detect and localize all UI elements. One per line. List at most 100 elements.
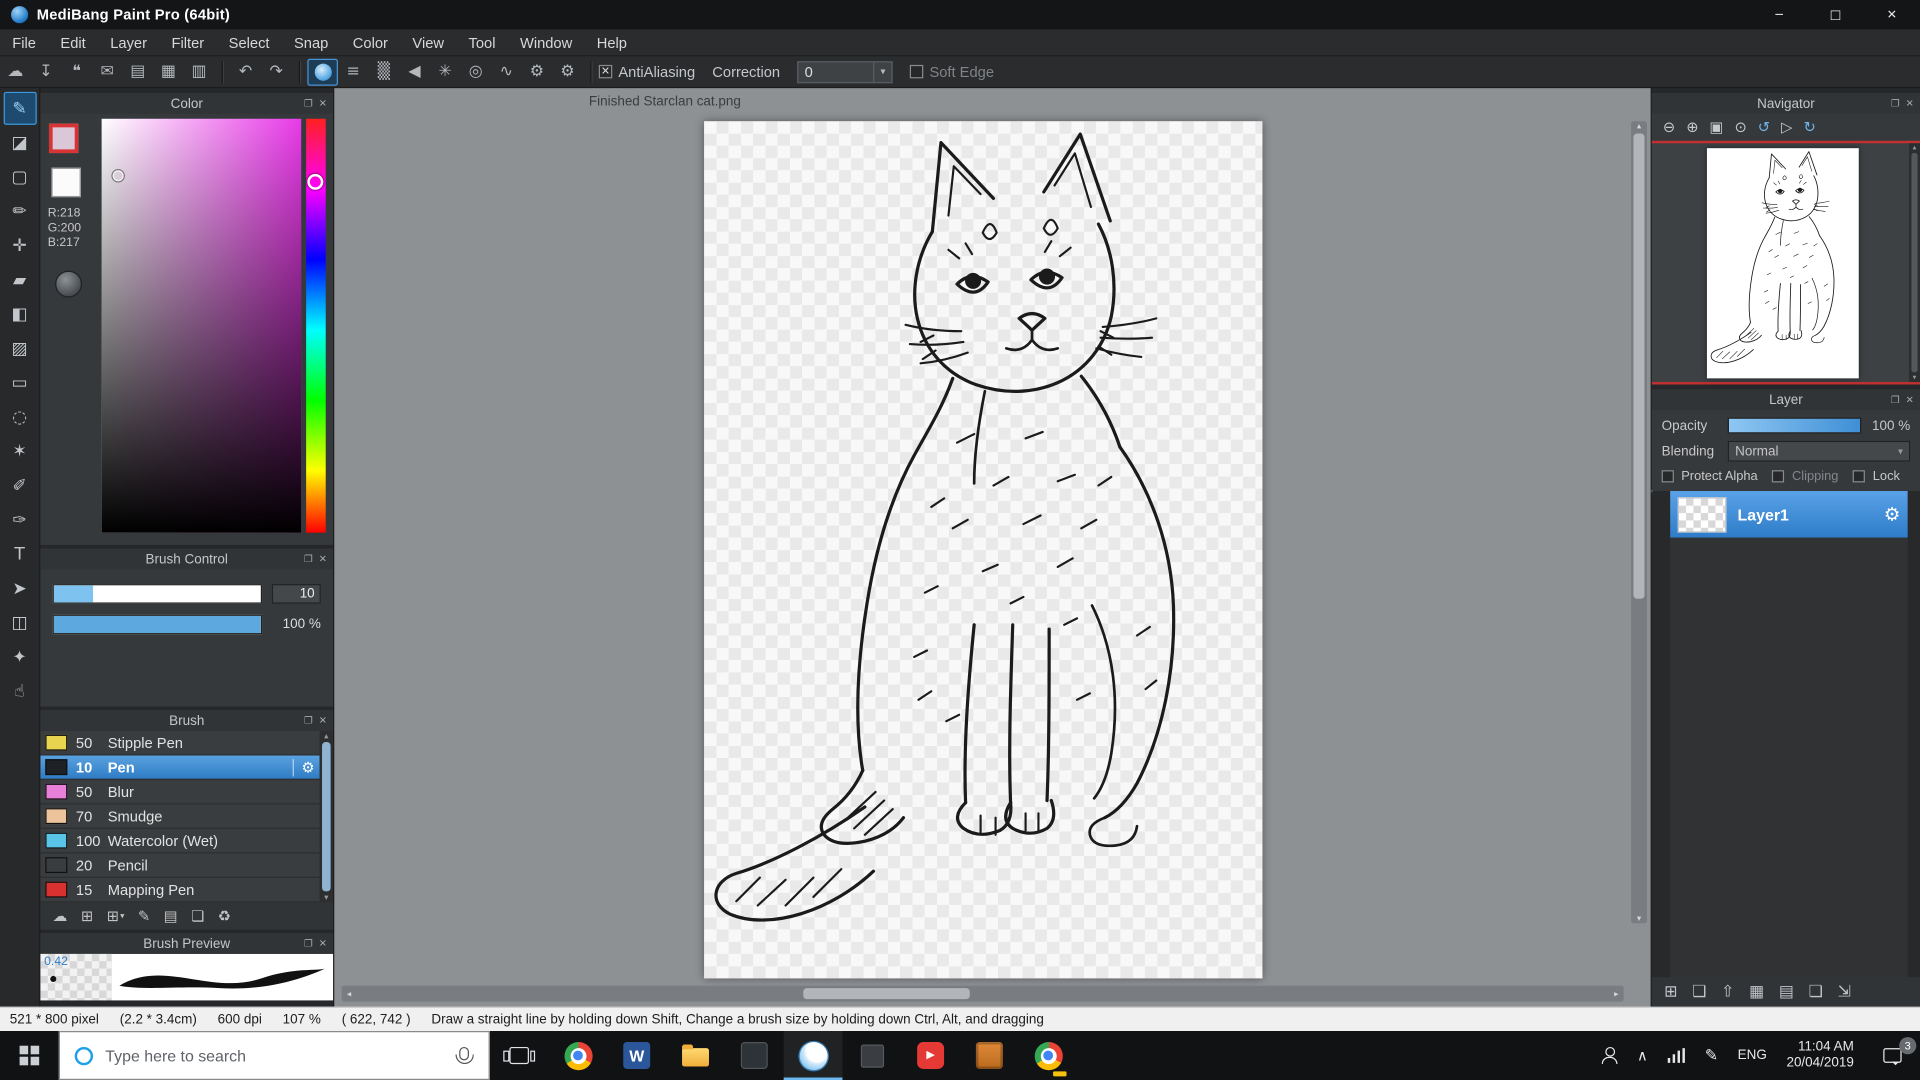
scroll-down-icon[interactable]: ▾	[324, 893, 328, 903]
antialiasing-checkbox[interactable]: ✕	[599, 65, 612, 78]
navigator-thumbnail[interactable]	[1707, 148, 1859, 378]
layer-folder-icon[interactable]: ▤	[1779, 983, 1794, 1001]
lasso-tool[interactable]: ◌	[3, 400, 36, 433]
brush-tip-circle-button[interactable]	[307, 58, 338, 85]
taskbar-app-word[interactable]: W	[607, 1031, 666, 1080]
message-icon[interactable]: ✉	[92, 58, 123, 85]
scroll-left-icon[interactable]: ◂	[342, 989, 357, 999]
layer-list-scrollbar[interactable]	[1908, 491, 1920, 977]
taskbar-app-chrome-2[interactable]	[1019, 1031, 1078, 1080]
brush-item-blur[interactable]: 50 Blur	[40, 780, 319, 804]
menu-view[interactable]: View	[400, 29, 456, 55]
clipping-checkbox[interactable]	[1772, 470, 1784, 482]
cloud-icon[interactable]: ☁	[0, 58, 31, 85]
brush-item-smudge[interactable]: 70 Smudge	[40, 804, 319, 828]
actual-size-icon[interactable]: ⊙	[1734, 119, 1746, 136]
document-tab[interactable]: Finished Starclan cat.png	[334, 88, 995, 115]
search-input[interactable]	[105, 1046, 449, 1064]
scroll-down-icon[interactable]: ▾	[1913, 373, 1917, 382]
download-icon[interactable]: ↧	[31, 58, 62, 85]
lock-checkbox[interactable]	[1853, 470, 1865, 482]
gradient-tool[interactable]: ▨	[3, 332, 36, 365]
menu-tool[interactable]: Tool	[456, 29, 507, 55]
taskbar-app-player[interactable]: ▶	[901, 1031, 960, 1080]
popout-icon[interactable]: ❐	[304, 938, 313, 949]
menu-snap[interactable]: Snap	[282, 29, 341, 55]
operation-tool[interactable]: ➤	[3, 572, 36, 605]
brush-list-scrollbar[interactable]: ▴ ▾	[320, 731, 333, 902]
close-icon[interactable]: ✕	[319, 715, 327, 726]
pen-tool[interactable]: ✎	[3, 92, 36, 125]
popout-icon[interactable]: ❐	[1891, 394, 1900, 405]
taskbar-app-dark[interactable]	[725, 1031, 784, 1080]
rotate-ccw-icon[interactable]: ↺	[1758, 119, 1770, 136]
merge-down-icon[interactable]: ⇲	[1838, 983, 1851, 1001]
taskbar-app-utility[interactable]	[842, 1031, 901, 1080]
scroll-up-icon[interactable]: ▴	[1913, 143, 1917, 152]
layer-copy-icon[interactable]: ❏	[1809, 983, 1823, 1001]
scroll-right-icon[interactable]: ▸	[1609, 989, 1624, 999]
soft-edge-checkbox[interactable]	[910, 65, 923, 78]
saturation-value-picker[interactable]	[102, 119, 302, 533]
menu-filter[interactable]: Filter	[159, 29, 216, 55]
zoom-out-icon[interactable]: ⊖	[1663, 119, 1675, 136]
brush-item-pencil[interactable]: 20 Pencil	[40, 853, 319, 877]
hand-tool[interactable]: ☝	[3, 675, 36, 708]
taskbar-app-orange[interactable]	[960, 1031, 1019, 1080]
layer-row-selected[interactable]: Layer1 ⚙	[1670, 491, 1908, 538]
scrollbar-thumb[interactable]	[1633, 133, 1644, 598]
close-icon[interactable]: ✕	[319, 553, 327, 564]
close-icon[interactable]: ✕	[319, 98, 327, 109]
fit-screen-icon[interactable]: ▣	[1710, 119, 1724, 136]
scroll-up-icon[interactable]: ▴	[324, 731, 328, 741]
color-wheel-icon[interactable]	[55, 271, 82, 298]
microphone-icon[interactable]	[459, 1046, 469, 1059]
people-button[interactable]	[1590, 1031, 1627, 1080]
popout-icon[interactable]: ❐	[304, 715, 313, 726]
page-icon[interactable]: ▤	[122, 58, 153, 85]
close-icon[interactable]: ✕	[319, 938, 327, 949]
drawing-canvas[interactable]	[704, 121, 1262, 978]
pen-settings-button[interactable]: ✎	[1695, 1031, 1728, 1080]
foreground-color-swatch[interactable]	[49, 124, 78, 153]
brush-size-value[interactable]: 10	[272, 584, 321, 604]
zoom-in-icon[interactable]: ⊕	[1686, 119, 1698, 136]
network-button[interactable]	[1658, 1031, 1695, 1080]
color-picker-marker[interactable]	[113, 170, 124, 181]
shape-brush-tool[interactable]: ▢	[3, 160, 36, 193]
taskbar-search[interactable]	[59, 1031, 490, 1080]
duplicate-brush-icon[interactable]: ❏	[191, 907, 204, 924]
undo-button[interactable]: ↶	[230, 58, 261, 85]
brush-tip-halftone-button[interactable]: ▒	[369, 58, 400, 85]
popout-icon[interactable]: ❐	[304, 98, 313, 109]
canvas-horizontal-scrollbar[interactable]: ◂ ▸	[342, 986, 1624, 1002]
eyedropper-tool[interactable]: ✦	[3, 640, 36, 673]
layer-up-icon[interactable]: ⇧	[1721, 983, 1734, 1001]
layer-settings-gear-icon[interactable]: ⚙	[1884, 503, 1900, 525]
brush-item-stipple-pen[interactable]: 50 Stipple Pen	[40, 731, 319, 755]
brush-tip-scatter-button[interactable]: ✳	[430, 58, 461, 85]
scroll-up-icon[interactable]: ▴	[1637, 121, 1641, 131]
redo-button[interactable]: ↷	[261, 58, 292, 85]
menu-layer[interactable]: Layer	[98, 29, 159, 55]
brush-item-pen-selected[interactable]: 10 Pen ⚙	[40, 756, 319, 780]
taskbar-app-medibang-active[interactable]	[784, 1031, 843, 1080]
select-tool[interactable]: ▭	[3, 366, 36, 399]
canvas-workspace[interactable]: Finished Starclan cat.png ▴ ▾ ◂ ▸	[334, 88, 1650, 1006]
brush-tip-lines-button[interactable]: ≡	[338, 58, 369, 85]
comment-icon[interactable]: ❝	[61, 58, 92, 85]
brush-settings-button[interactable]: ⚙	[522, 58, 553, 85]
menu-help[interactable]: Help	[584, 29, 639, 55]
hue-marker[interactable]	[307, 174, 323, 190]
wand-tool[interactable]: ✶	[3, 435, 36, 468]
new-layer-icon[interactable]: ⊞	[1664, 983, 1677, 1001]
brush-size-slider[interactable]	[53, 584, 262, 604]
panel-layout-icon[interactable]: ▥	[184, 58, 215, 85]
brush-item-mapping-pen[interactable]: 15 Mapping Pen	[40, 878, 319, 902]
popout-icon[interactable]: ❐	[304, 553, 313, 564]
clock-button[interactable]: 11:04 AM 20/04/2019	[1777, 1031, 1864, 1080]
new-brush-icon[interactable]: ⊞	[81, 907, 93, 924]
edit-brush-icon[interactable]: ✎	[138, 907, 150, 924]
layer-grid-icon[interactable]: ▦	[1749, 983, 1764, 1001]
brush-tip-triangle-button[interactable]: ◀	[399, 58, 430, 85]
